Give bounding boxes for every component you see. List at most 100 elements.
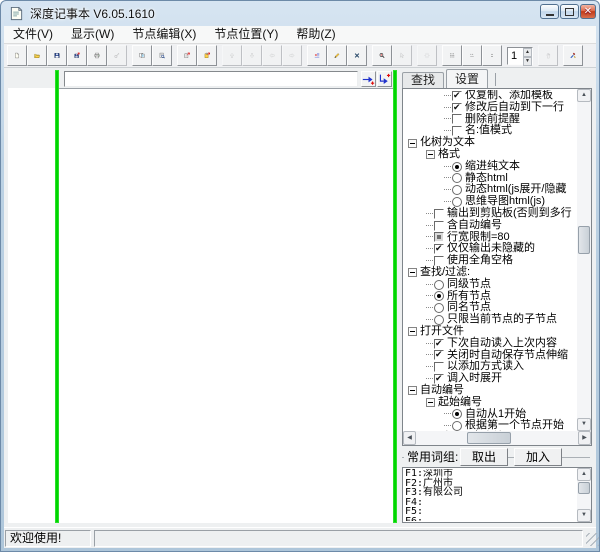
collapse-icon[interactable] xyxy=(426,398,435,407)
tree-radio-item[interactable]: 根据第一个节点开始 xyxy=(405,420,577,431)
radio-icon xyxy=(452,173,462,183)
maximize-button[interactable] xyxy=(560,4,579,19)
delete-x-button[interactable] xyxy=(347,45,367,66)
find-node-button[interactable] xyxy=(152,45,172,66)
node-number-spinner[interactable]: 1▲▼ xyxy=(507,47,533,65)
delete-x-icon xyxy=(354,48,360,63)
arrow-left-icon xyxy=(269,48,275,63)
tab-find[interactable]: 查找 xyxy=(402,72,444,88)
phrases-list: F1:深圳市F2:广州市F3:有限公司F4:F5:F6: xyxy=(405,469,576,521)
right-splitter[interactable] xyxy=(393,70,397,523)
scroll-left-icon[interactable]: ◀ xyxy=(403,431,416,445)
tools-icon xyxy=(570,48,576,63)
phrase-list-item[interactable]: F4: xyxy=(405,498,576,508)
scrollbar-thumb[interactable] xyxy=(578,226,590,254)
list-vertical-scrollbar[interactable]: ▲ ▼ xyxy=(577,468,591,522)
tree-radio-item[interactable]: 缩进纯文本 xyxy=(405,161,577,173)
copy-branch-icon xyxy=(184,48,190,63)
collapse-icon[interactable] xyxy=(408,268,417,277)
expand-level-3-button[interactable] xyxy=(442,45,462,66)
node-tree-panel[interactable] xyxy=(8,88,55,523)
tree-radio-item[interactable]: 所有节点 xyxy=(405,291,577,303)
phrase-list-item[interactable]: F3:有限公司 xyxy=(405,488,576,498)
new-file-button[interactable] xyxy=(7,45,27,66)
expand-level-1-button[interactable] xyxy=(482,45,502,66)
tree-node[interactable]: 起始编号 xyxy=(405,397,577,409)
menu-file[interactable]: 文件(V) xyxy=(4,26,62,43)
scrollbar-thumb[interactable] xyxy=(578,482,590,494)
tree-connector xyxy=(426,354,433,356)
node-text-input[interactable] xyxy=(64,71,358,87)
tree-checkbox-item[interactable]: 含自动编号 xyxy=(405,220,577,232)
save-button[interactable] xyxy=(47,45,67,66)
phrases-group-label: 常用词组: xyxy=(404,449,461,465)
indent-lines-button[interactable] xyxy=(307,45,327,66)
phrase-list-item[interactable]: F5: xyxy=(405,507,576,517)
tools-button[interactable] xyxy=(563,45,583,66)
menu-view[interactable]: 显示(W) xyxy=(62,26,123,43)
tree-horizontal-scrollbar[interactable]: ◀ ▶ xyxy=(403,431,591,445)
collapse-icon[interactable] xyxy=(426,150,435,159)
collapse-icon[interactable] xyxy=(408,139,417,148)
checkbox-icon xyxy=(434,256,444,266)
expand-level-2-button[interactable] xyxy=(462,45,482,66)
scroll-down-icon[interactable]: ▼ xyxy=(577,418,591,431)
tree-vertical-scrollbar[interactable]: ▲ ▼ xyxy=(577,89,591,431)
arrow-right-button xyxy=(282,45,302,66)
spinner-down-icon[interactable]: ▼ xyxy=(523,57,532,66)
copy-branch-button[interactable] xyxy=(177,45,197,66)
collapse-burst-button xyxy=(417,45,437,66)
checkbox-checked-icon xyxy=(434,339,444,349)
scroll-up-icon[interactable]: ▲ xyxy=(577,89,591,102)
tree-radio-item[interactable]: 同级节点 xyxy=(405,279,577,291)
tree-node[interactable]: 化树为文本 xyxy=(405,137,577,149)
tree-connector xyxy=(444,95,451,97)
note-editor[interactable] xyxy=(59,88,393,523)
status-secondary xyxy=(94,530,583,547)
paste-branch-button[interactable] xyxy=(197,45,217,66)
collapse-icon[interactable] xyxy=(408,327,417,336)
titlebar: 深度记事本 V6.05.1610 ✕ xyxy=(0,0,600,26)
resize-grip-icon[interactable] xyxy=(586,533,599,546)
close-button[interactable]: ✕ xyxy=(580,4,596,19)
add-sibling-node-button[interactable] xyxy=(361,71,376,87)
tree-connector xyxy=(444,201,451,203)
open-folder-button[interactable] xyxy=(27,45,47,66)
tree-node[interactable]: 打开文件 xyxy=(405,326,577,338)
right-panel-tabs: 查找 设置 xyxy=(400,70,592,88)
minimize-button[interactable] xyxy=(540,4,559,19)
tree-node[interactable]: 自动编号 xyxy=(405,385,577,397)
tree-connector xyxy=(444,166,451,168)
spinner-up-icon[interactable]: ▲ xyxy=(523,48,532,57)
tree-checkbox-item[interactable]: 下次自动读入上次内容 xyxy=(405,338,577,350)
add-child-node-button[interactable] xyxy=(377,71,392,87)
radio-icon xyxy=(452,421,462,431)
scroll-down-icon[interactable]: ▼ xyxy=(577,509,591,522)
checkbox-checked-icon xyxy=(452,103,462,113)
collapse-icon[interactable] xyxy=(408,386,417,395)
tree-checkbox-item[interactable]: 输出到剪贴板(否则到多行 xyxy=(405,208,577,220)
phrase-list-item[interactable]: F6: xyxy=(405,517,576,522)
add-phrase-button[interactable]: 加入 xyxy=(514,448,562,466)
tree-checkbox-item[interactable]: 修改后自动到下一行 xyxy=(405,102,577,114)
statusbar: 欢迎使用! xyxy=(4,527,596,548)
tree-connector xyxy=(426,307,433,309)
copy-node-button[interactable] xyxy=(132,45,152,66)
print-button[interactable] xyxy=(87,45,107,66)
menu-node-edit[interactable]: 节点编辑(X) xyxy=(123,26,205,43)
menubar: 文件(V) 显示(W) 节点编辑(X) 节点位置(Y) 帮助(Z) xyxy=(4,26,596,44)
scroll-right-icon[interactable]: ▶ xyxy=(578,431,591,445)
zoom-in-button[interactable] xyxy=(372,45,392,66)
tree-node[interactable]: 格式 xyxy=(405,149,577,161)
maximize-icon xyxy=(565,8,574,16)
menu-help[interactable]: 帮助(Z) xyxy=(287,26,344,43)
add-child-node-icon xyxy=(378,73,391,86)
fetch-phrase-button[interactable]: 取出 xyxy=(460,448,508,466)
tree-node[interactable]: 查找/过滤: xyxy=(405,267,577,279)
tab-settings[interactable]: 设置 xyxy=(446,69,488,88)
edit-pen-button[interactable] xyxy=(327,45,347,66)
scroll-up-icon[interactable]: ▲ xyxy=(577,468,591,481)
menu-node-position[interactable]: 节点位置(Y) xyxy=(205,26,287,43)
save-as-button[interactable] xyxy=(67,45,87,66)
scrollbar-thumb[interactable] xyxy=(467,432,511,444)
